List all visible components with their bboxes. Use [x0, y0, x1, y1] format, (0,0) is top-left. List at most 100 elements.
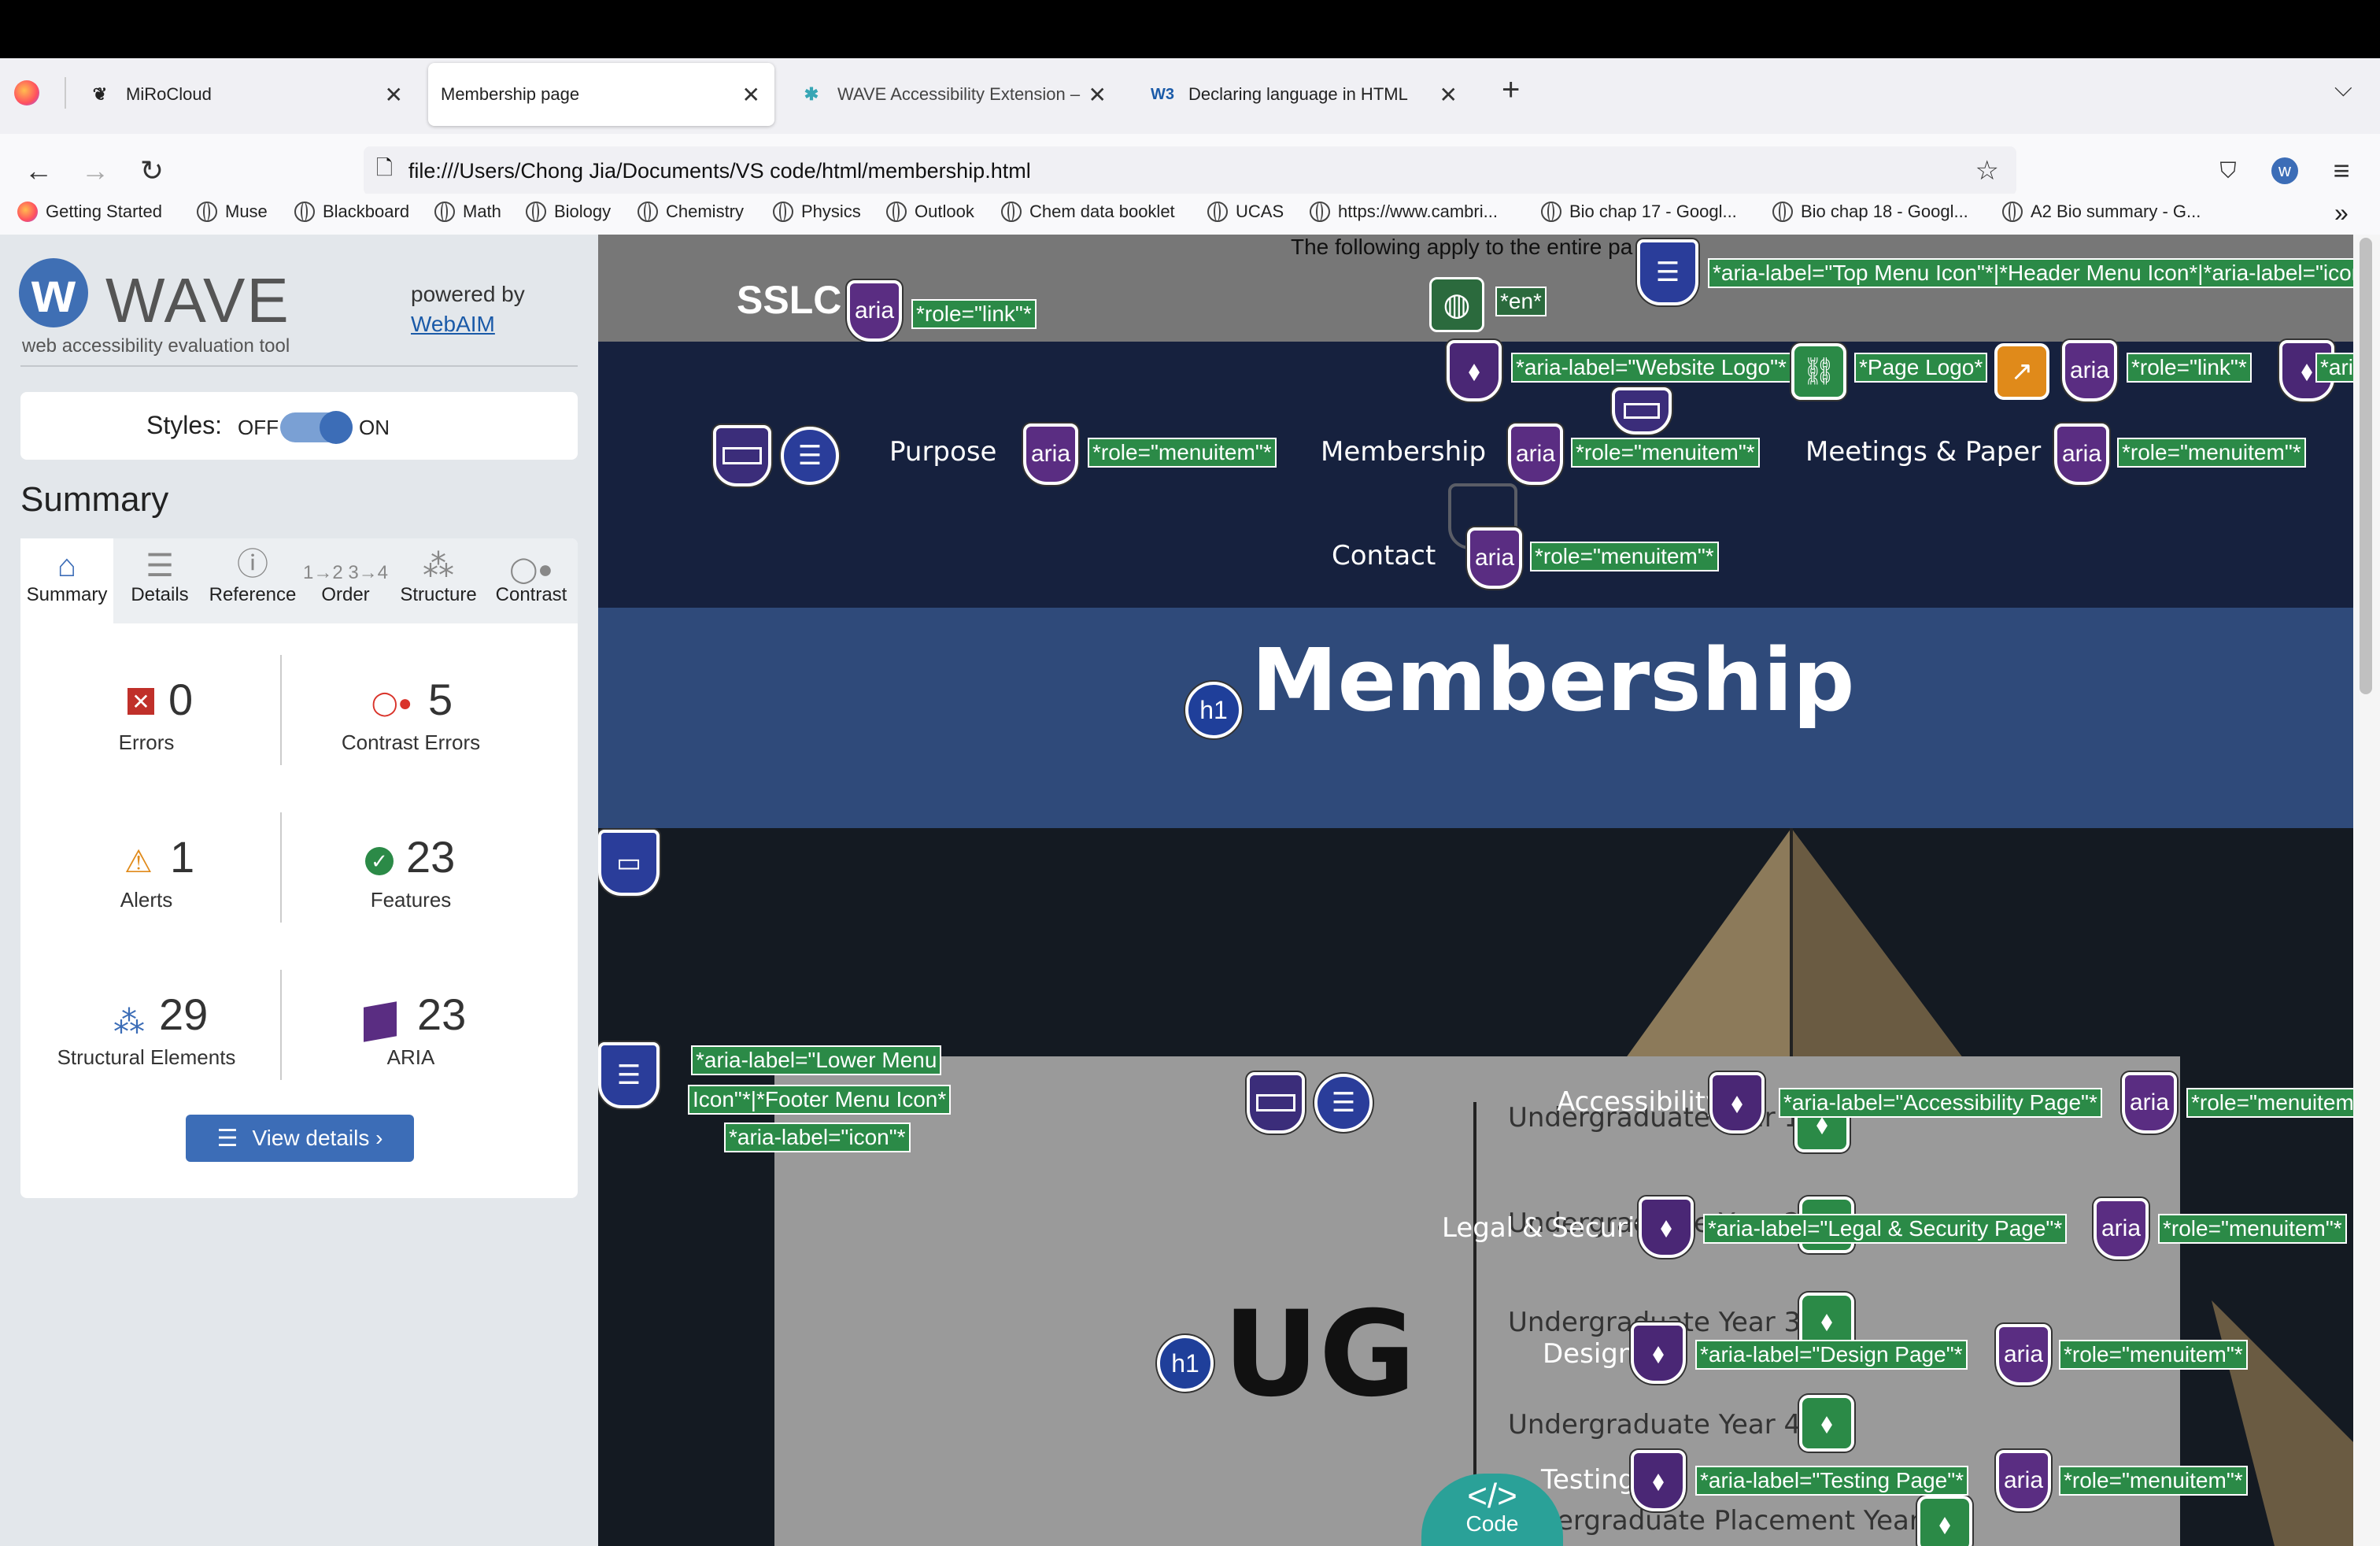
app-menu-icon[interactable]: ≡: [2322, 151, 2361, 190]
close-icon[interactable]: ✕: [385, 82, 403, 108]
url-text: file:///Users/Chong Jia/Documents/VS cod…: [408, 158, 1031, 183]
view-details-label: View details ›: [252, 1126, 383, 1150]
page-file-icon: 🗋: [376, 156, 393, 179]
bookmarks-overflow-chevron-icon[interactable]: »: [2334, 198, 2349, 227]
page-scrollbar[interactable]: [2353, 235, 2380, 1546]
divider: [280, 655, 282, 765]
role-menuitem-label: *role="menuitem"*: [1571, 438, 1760, 468]
globe-icon: [294, 202, 315, 222]
globe-icon: [1207, 202, 1228, 222]
footer-legal-link[interactable]: Legal & Security: [1442, 1212, 1661, 1244]
bookmark-label: Chem data booklet: [1029, 202, 1175, 221]
header-menu-doc-icon: ☰: [1637, 239, 1698, 305]
bookmark-getting-started[interactable]: Getting Started: [17, 202, 162, 222]
divider: [20, 365, 578, 367]
styles-on-label: ON: [359, 416, 390, 439]
role-menuitem-label: *role="menuitem"*: [1088, 438, 1277, 468]
tab-details[interactable]: ☰ Details: [113, 538, 206, 623]
view-details-button[interactable]: ☰ View details ›: [186, 1115, 414, 1162]
nav-meetings-paper[interactable]: Meetings & Paper: [1805, 436, 2041, 468]
tab-list-chevron-icon[interactable]: ⌵: [2334, 76, 2352, 102]
nav-purpose[interactable]: Purpose: [889, 436, 996, 468]
bookmark-cambridge[interactable]: https://www.cambri...: [1310, 202, 1498, 222]
tag-icon: ⬧: [1917, 1496, 1972, 1546]
bookmark-bio-chap-18[interactable]: Bio chap 18 - Googl...: [1772, 202, 1968, 222]
styles-toggle-card: Styles: OFF ON: [20, 392, 578, 460]
role-menuitem-label: *role="menuitem"*: [2117, 438, 2306, 468]
bookmark-chem-data-booklet[interactable]: Chem data booklet: [1001, 202, 1175, 222]
styles-toggle-switch[interactable]: [280, 411, 353, 444]
tab-order[interactable]: 1→2 3→4 Order: [299, 538, 392, 623]
bookmark-biology[interactable]: Biology: [526, 202, 611, 222]
pocket-icon[interactable]: ⛉: [2208, 151, 2248, 190]
tab-label: Details: [131, 584, 189, 605]
powered-by-text: powered by: [411, 282, 525, 306]
tab-mirocloud[interactable]: ❦ MiRoCloud ✕: [71, 63, 417, 126]
structural-count: 29: [159, 989, 209, 1039]
brand-link[interactable]: SSLC: [737, 277, 841, 323]
bookmark-star-icon[interactable]: ☆: [1975, 155, 1999, 187]
tab-membership[interactable]: Membership page ✕: [428, 63, 774, 126]
divider: [280, 970, 282, 1080]
divider: [280, 812, 282, 923]
close-icon[interactable]: ✕: [742, 82, 760, 108]
tab-wave-extension[interactable]: ✱ WAVE Accessibility Extension – ✕: [782, 63, 1121, 126]
back-arrow-icon[interactable]: ←: [19, 151, 58, 190]
close-icon[interactable]: ✕: [1439, 82, 1458, 108]
firefox-icon[interactable]: [14, 80, 39, 105]
hero-title: Membership: [1251, 630, 1855, 730]
bookmark-label: Biology: [554, 202, 612, 221]
wave-subtitle: web accessibility evaluation tool: [22, 335, 290, 357]
bookmark-label: Outlook: [915, 202, 974, 221]
tag-icon: ⬧: [1799, 1395, 1854, 1452]
role-menuitem-truncated-label: *role="menuitem: [2186, 1088, 2353, 1118]
styles-label: Styles:: [146, 411, 223, 439]
webaim-link[interactable]: WebAIM: [411, 312, 495, 337]
webpage-viewport: The following apply to the entire pa SSL…: [598, 235, 2353, 1546]
wave-extension-icon[interactable]: w: [2265, 151, 2304, 190]
bookmark-muse[interactable]: Muse: [197, 202, 268, 222]
firefox-icon: [17, 202, 38, 222]
aria-icon: aria: [1996, 1324, 2051, 1385]
bookmark-outlook[interactable]: Outlook: [886, 202, 974, 222]
footer-accessibility-link[interactable]: Accessibility: [1557, 1086, 1721, 1118]
home-icon: ⌂: [57, 549, 77, 583]
new-tab-icon[interactable]: +: [1502, 72, 1520, 108]
role-link-label: *role="link"*: [911, 299, 1037, 329]
list-icon: ☰: [781, 427, 839, 485]
legal-page-label: *aria-label="Legal & Security Page"*: [1703, 1214, 2068, 1244]
tab-contrast[interactable]: ◯● Contrast: [485, 538, 578, 623]
lower-menu-label-2: Icon"*|*Footer Menu Icon*: [688, 1085, 952, 1115]
bookmark-chemistry[interactable]: Chemistry: [638, 202, 744, 222]
bookmark-math[interactable]: Math: [434, 202, 501, 222]
globe-icon: [2002, 202, 2023, 222]
bookmark-a2-bio-summary[interactable]: A2 Bio summary - G...: [2002, 202, 2201, 222]
role-menuitem-label: *role="menuitem"*: [2059, 1466, 2248, 1496]
tab-declaring-language[interactable]: W3 Declaring language in HTML ✕: [1133, 63, 1472, 126]
reload-icon[interactable]: ↻: [132, 151, 172, 190]
h1-heading-icon: h1: [1157, 1335, 1214, 1392]
code-toggle-button[interactable]: </> Code: [1421, 1474, 1563, 1546]
info-icon: ⓘ: [237, 547, 268, 582]
nav-contact[interactable]: Contact: [1332, 540, 1436, 571]
bookmark-physics[interactable]: Physics: [773, 202, 861, 222]
nav-membership[interactable]: Membership: [1321, 436, 1486, 468]
bookmark-blackboard[interactable]: Blackboard: [294, 202, 409, 222]
scrollbar-thumb[interactable]: [2360, 238, 2372, 694]
tab-reference[interactable]: ⓘ Reference: [206, 538, 299, 623]
aria-count: 23: [417, 989, 467, 1039]
address-bar[interactable]: 🗋 file:///Users/Chong Jia/Documents/VS c…: [364, 146, 2016, 195]
tab-summary[interactable]: ⌂ Summary: [20, 538, 113, 623]
forward-arrow-icon[interactable]: →: [76, 151, 115, 190]
features-count: 23: [406, 832, 456, 882]
bookmark-ucas[interactable]: UCAS: [1207, 202, 1284, 222]
footer-design-link[interactable]: Design: [1543, 1338, 1635, 1370]
globe-icon: [638, 202, 658, 222]
aria-icon: aria: [1996, 1450, 2051, 1511]
tag-icon: ⬧: [1631, 1322, 1686, 1384]
bookmark-label: Muse: [225, 202, 268, 221]
tag-icon: ⬧: [1639, 1196, 1694, 1258]
close-icon[interactable]: ✕: [1088, 82, 1107, 108]
bookmark-bio-chap-17[interactable]: Bio chap 17 - Googl...: [1541, 202, 1737, 222]
tab-structure[interactable]: ⁂ Structure: [392, 538, 485, 623]
